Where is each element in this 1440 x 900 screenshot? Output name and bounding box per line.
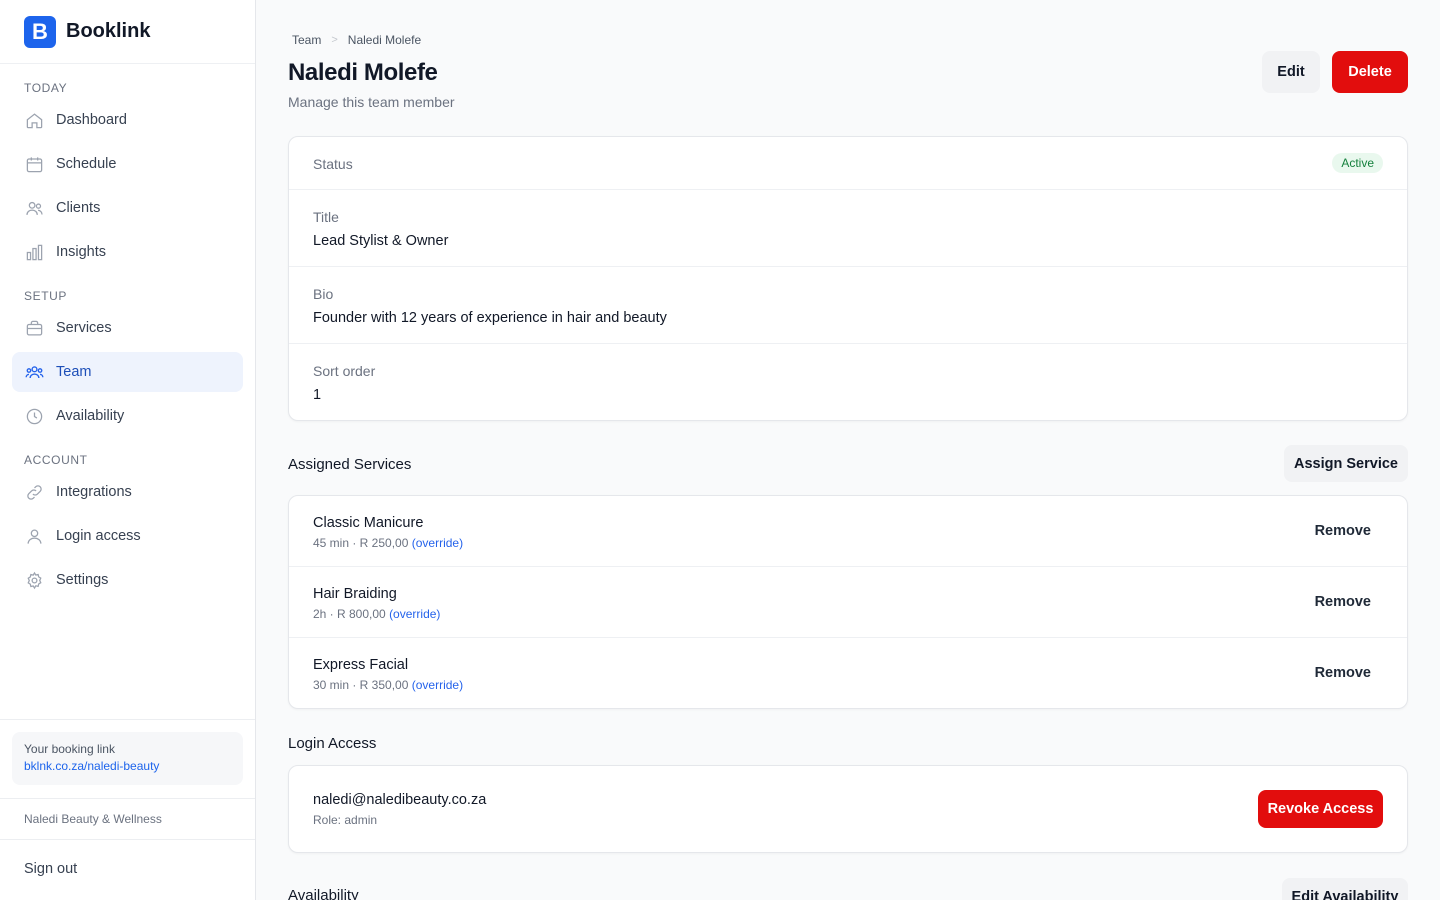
bio-value: Founder with 12 years of experience in h… [313, 310, 667, 326]
status-row: Status Active [289, 137, 1407, 190]
gear-icon [24, 570, 44, 590]
chevron-right-icon: > [331, 34, 338, 46]
sign-out-button[interactable]: Sign out [24, 861, 77, 877]
status-badge: Active [1332, 153, 1383, 173]
sidebar-item-dashboard[interactable]: Dashboard [12, 100, 243, 140]
title-label: Title [313, 209, 339, 225]
bio-row: Bio Founder with 12 years of experience … [289, 267, 1407, 344]
link-icon [24, 482, 44, 502]
business-name: Naledi Beauty & Wellness [24, 812, 162, 826]
remove-service-button[interactable]: Remove [1315, 594, 1371, 610]
clock-icon [24, 406, 44, 426]
service-duration-price: 30 min · R 350,00 [313, 678, 409, 692]
sidebar-item-schedule[interactable]: Schedule [12, 144, 243, 184]
sidebar-item-clients[interactable]: Clients [12, 188, 243, 228]
nav-section-setup: SETUP [24, 289, 68, 303]
edit-button[interactable]: Edit [1262, 51, 1320, 93]
sidebar-item-label: Availability [56, 408, 125, 424]
sidebar-item-label: Integrations [56, 484, 132, 500]
nav-section-account: ACCOUNT [24, 453, 88, 467]
user-icon [24, 526, 44, 546]
sidebar-item-integrations[interactable]: Integrations [12, 472, 243, 512]
briefcase-icon [24, 318, 44, 338]
service-meta: 2h · R 800,00 (override) [313, 607, 1383, 621]
service-name: Classic Manicure [313, 515, 424, 531]
page-title: Naledi Molefe [288, 59, 438, 86]
booking-link-card: Your booking link bklnk.co.za/naledi-bea… [12, 732, 243, 785]
list-item: Classic Manicure 45 min · R 250,00 (over… [289, 496, 1407, 567]
service-meta: 45 min · R 250,00 (override) [313, 536, 1383, 550]
login-account: naledi@naledibeauty.co.za Role: admin [313, 792, 486, 827]
login-access-card: naledi@naledibeauty.co.za Role: admin Re… [288, 765, 1408, 853]
availability-heading: Availability [288, 887, 359, 900]
sort-order-row: Sort order 1 [289, 344, 1407, 421]
sidebar: B Booklink TODAY Dashboard Schedule Clie… [0, 0, 256, 900]
sort-order-label: Sort order [313, 363, 376, 379]
sidebar-item-settings[interactable]: Settings [12, 560, 243, 600]
assigned-services-heading: Assigned Services [288, 456, 412, 473]
sidebar-item-availability[interactable]: Availability [12, 396, 243, 436]
override-tag: (override) [411, 678, 464, 692]
bar-chart-icon [24, 242, 44, 262]
sidebar-divider [0, 839, 255, 840]
users-icon [24, 198, 44, 218]
booking-link-url[interactable]: bklnk.co.za/naledi-beauty [24, 759, 231, 773]
sidebar-divider [0, 798, 255, 799]
edit-availability-button[interactable]: Edit Availability [1282, 878, 1408, 900]
breadcrumb-current: Naledi Molefe [347, 33, 422, 47]
service-meta: 30 min · R 350,00 (override) [313, 678, 1383, 692]
breadcrumb-parent[interactable]: Team [292, 33, 321, 47]
booking-link-label: Your booking link [24, 742, 115, 756]
sidebar-item-services[interactable]: Services [12, 308, 243, 348]
login-role: Role: admin [313, 813, 378, 827]
title-row: Title Lead Stylist & Owner [289, 190, 1407, 267]
app-logo: B [24, 15, 56, 48]
sidebar-divider [0, 719, 255, 720]
sidebar-item-label: Clients [56, 200, 101, 216]
sidebar-item-team[interactable]: Team [12, 352, 243, 392]
home-icon [24, 110, 44, 130]
service-name: Express Facial [313, 657, 409, 673]
sidebar-item-label: Insights [56, 244, 106, 260]
page-subtitle: Manage this team member [288, 94, 455, 110]
sidebar-item-login-access[interactable]: Login access [12, 516, 243, 556]
breadcrumb: Team > Naledi Molefe [292, 33, 421, 47]
list-item: Express Facial 30 min · R 350,00 (overri… [289, 638, 1407, 709]
revoke-access-button[interactable]: Revoke Access [1258, 790, 1383, 828]
team-icon [24, 362, 44, 382]
status-label: Status [313, 156, 353, 172]
list-item: Hair Braiding 2h · R 800,00 (override) R… [289, 567, 1407, 638]
nav-section-today: TODAY [24, 81, 68, 95]
sidebar-item-label: Services [56, 320, 112, 336]
sidebar-item-insights[interactable]: Insights [12, 232, 243, 272]
assign-service-button[interactable]: Assign Service [1284, 445, 1408, 482]
sidebar-item-label: Login access [56, 528, 141, 544]
service-name: Hair Braiding [313, 586, 397, 602]
override-tag: (override) [389, 607, 441, 621]
service-duration-price: 45 min · R 250,00 [313, 536, 409, 550]
brand[interactable]: B Booklink [0, 0, 255, 64]
sidebar-item-label: Settings [56, 572, 109, 588]
bio-label: Bio [313, 286, 334, 302]
calendar-icon [24, 154, 44, 174]
delete-button[interactable]: Delete [1332, 51, 1408, 93]
login-access-heading: Login Access [288, 735, 377, 752]
service-duration-price: 2h · R 800,00 [313, 607, 386, 621]
sidebar-item-label: Dashboard [56, 112, 127, 128]
sidebar-item-label: Schedule [56, 156, 117, 172]
remove-service-button[interactable]: Remove [1315, 523, 1371, 539]
login-email: naledi@naledibeauty.co.za [313, 792, 487, 808]
assigned-services-card: Classic Manicure 45 min · R 250,00 (over… [288, 495, 1408, 709]
member-details-card: Status Active Title Lead Stylist & Owner… [288, 136, 1408, 421]
sort-order-value: 1 [313, 387, 322, 403]
app-name: Booklink [66, 20, 151, 42]
sidebar-item-label: Team [56, 364, 92, 380]
override-tag: (override) [411, 536, 464, 550]
remove-service-button[interactable]: Remove [1315, 665, 1371, 681]
title-value: Lead Stylist & Owner [313, 233, 449, 249]
